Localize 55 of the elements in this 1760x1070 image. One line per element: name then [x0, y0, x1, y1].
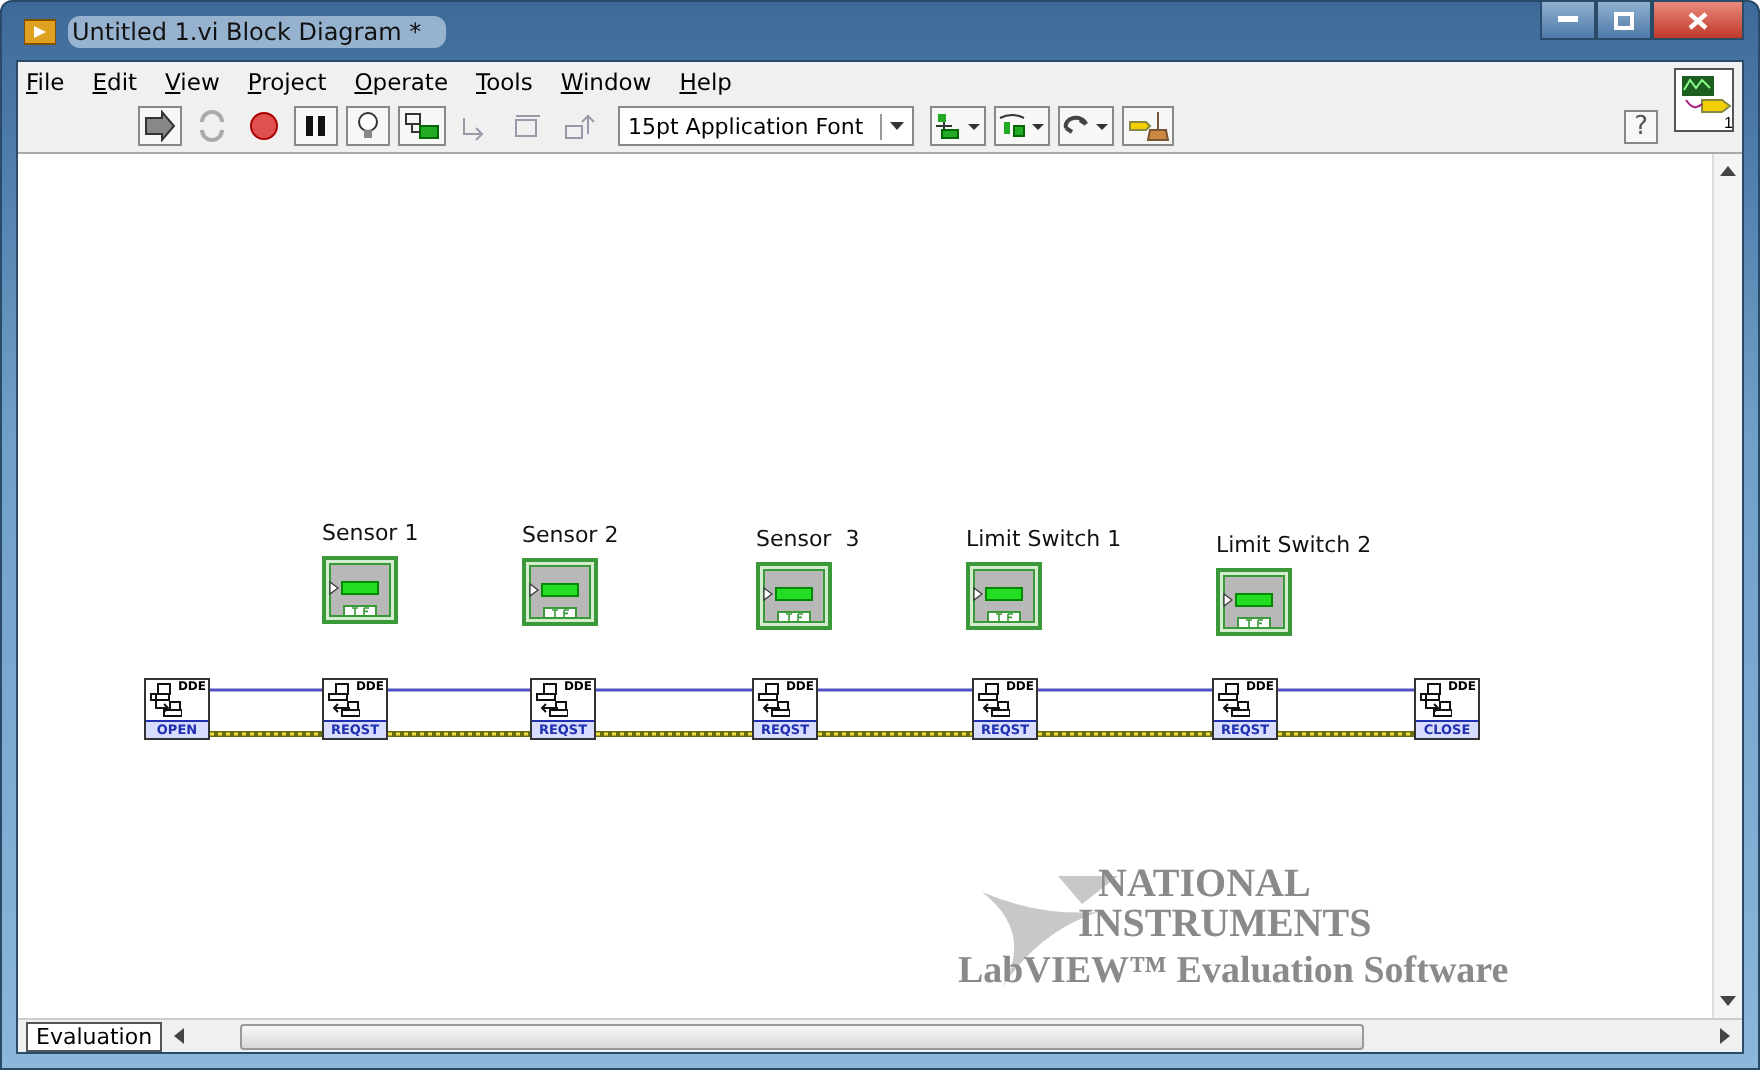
menu-item[interactable]: Edit — [92, 68, 138, 96]
computers-icon — [978, 682, 1010, 722]
connector-pane-icon[interactable]: 1 — [1674, 68, 1734, 132]
indicator-label: Sensor 2 — [522, 522, 619, 548]
scroll-down-icon[interactable] — [1720, 996, 1736, 1006]
computers-icon — [1420, 682, 1452, 722]
minimize-button[interactable] — [1540, 2, 1596, 40]
watermark-text: LabVIEW™ Evaluation Software — [958, 952, 1509, 990]
close-button[interactable] — [1652, 2, 1744, 40]
scroll-up-icon[interactable] — [1720, 166, 1736, 176]
menu-item[interactable]: Operate — [354, 68, 449, 96]
boolean-indicator-terminal[interactable] — [322, 556, 398, 624]
wire-values-icon[interactable] — [398, 106, 446, 146]
context-tab[interactable]: Evaluation — [26, 1021, 163, 1051]
menu-item[interactable]: Help — [679, 68, 732, 96]
menu-item[interactable]: File — [26, 68, 65, 96]
indicator-label: Limit Switch 2 — [1216, 532, 1372, 558]
computers-icon — [328, 682, 360, 722]
indicator-label: Limit Switch 1 — [966, 526, 1122, 552]
menu-item[interactable]: Project — [247, 68, 327, 96]
terminal-count: 1 — [1724, 114, 1733, 132]
minimize-icon — [1558, 16, 1578, 24]
close-icon — [1688, 11, 1708, 29]
computers-icon — [536, 682, 568, 722]
boolean-indicator-terminal[interactable] — [756, 562, 832, 630]
window-title: Untitled 1.vi Block Diagram * — [68, 15, 446, 47]
broom-icon[interactable] — [1121, 106, 1174, 146]
scroll-right-icon[interactable] — [1720, 1028, 1730, 1044]
boolean-indicator-terminal[interactable] — [966, 562, 1042, 630]
scroll-left-icon[interactable] — [174, 1028, 185, 1044]
indicator-label: Sensor 1 — [322, 520, 419, 546]
menu-item[interactable]: Tools — [476, 68, 533, 96]
computers-icon — [758, 682, 790, 722]
computers-icon — [150, 682, 182, 722]
watermark-text: NATIONAL — [1098, 864, 1311, 904]
boolean-indicator-terminal[interactable] — [522, 558, 598, 626]
vertical-scrollbar[interactable] — [1712, 154, 1742, 1018]
pause-icon[interactable] — [294, 106, 338, 146]
caret-icon — [889, 122, 904, 130]
boolean-indicator-terminal[interactable] — [1216, 568, 1292, 636]
scrollbar-thumb[interactable] — [240, 1023, 1365, 1049]
watermark-text: INSTRUMENTS — [1078, 904, 1372, 944]
vi-icon — [24, 17, 56, 45]
font-dropdown[interactable]: 15pt Application Font — [618, 106, 914, 146]
menu-item[interactable]: Window — [560, 68, 652, 96]
computers-icon — [1218, 682, 1250, 722]
help-button[interactable]: ? — [1624, 109, 1658, 143]
indicator-label: Sensor 3 — [756, 526, 860, 552]
maximize-icon — [1614, 11, 1634, 29]
distribute-objects-icon[interactable] — [993, 106, 1050, 146]
reorder-icon[interactable] — [1057, 106, 1114, 146]
menu-item[interactable]: View — [165, 68, 220, 96]
align-objects-icon[interactable] — [929, 106, 986, 146]
maximize-button[interactable] — [1596, 2, 1652, 40]
light-bulb-icon[interactable] — [346, 106, 390, 146]
